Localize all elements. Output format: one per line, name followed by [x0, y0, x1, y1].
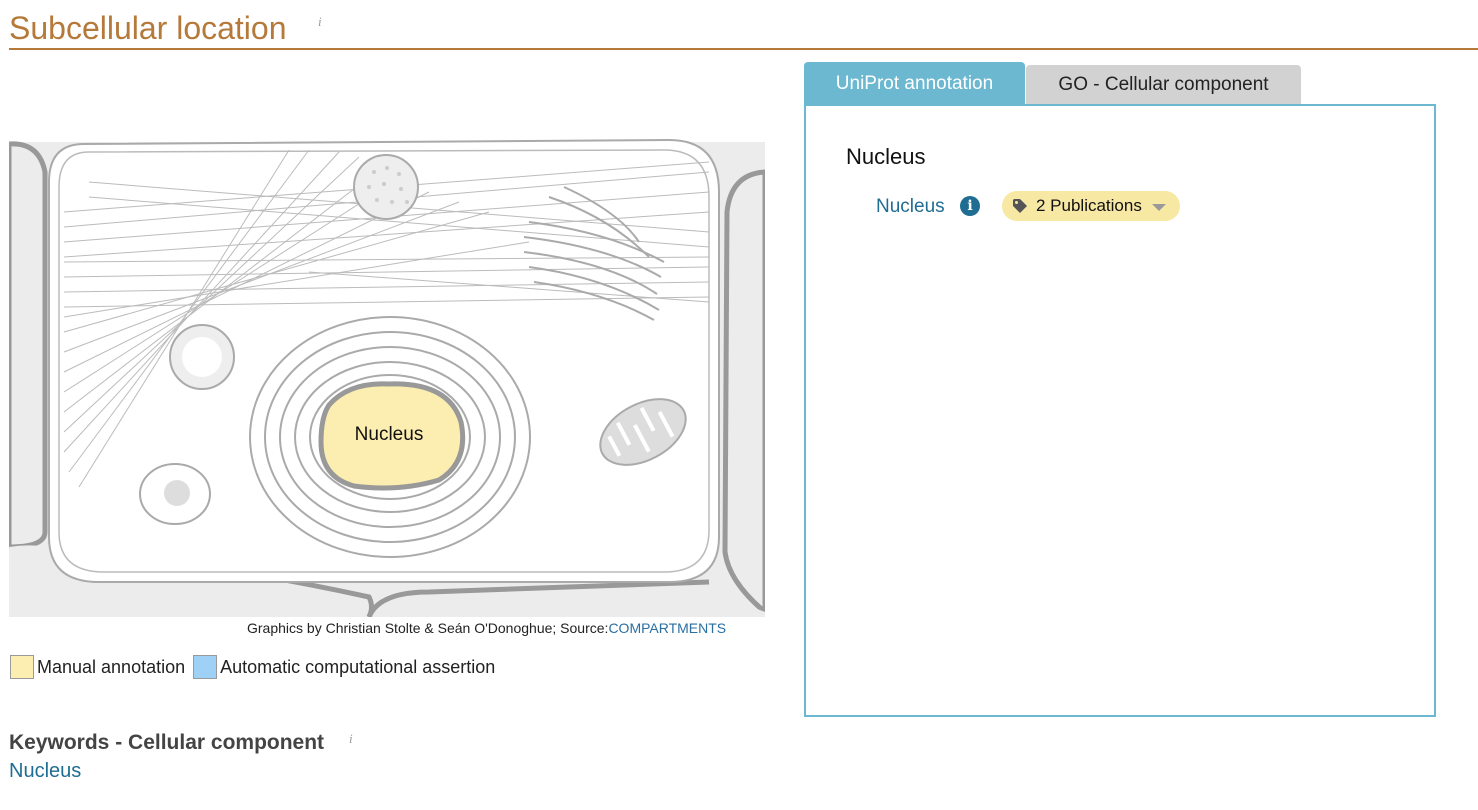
- keyword-nucleus-link[interactable]: Nucleus: [9, 760, 81, 783]
- nucleus-location-link[interactable]: Nucleus: [876, 196, 945, 218]
- left-neighbor-cell: [6, 141, 48, 550]
- section-title-text: Subcellular location: [9, 10, 287, 46]
- legend-label-manual: Manual annotation: [37, 656, 186, 677]
- panel-heading: Nucleus: [846, 144, 926, 169]
- tag-icon: [1013, 199, 1027, 213]
- uniprot-annotation-panel: Nucleus Nucleus i 2 Publications: [804, 104, 1436, 717]
- section-title: Subcellular location: [9, 8, 287, 48]
- legend-label-automatic: Automatic computational assertion: [220, 656, 496, 677]
- credit-text: Graphics by Christian Stolte & Seán O'Do…: [247, 620, 609, 636]
- cell-illustration: Nucleus: [6, 62, 768, 619]
- info-icon[interactable]: i: [960, 196, 980, 216]
- right-neighbor-cell: [722, 169, 768, 618]
- figure-credit: Graphics by Christian Stolte & Seán O'Do…: [247, 620, 726, 636]
- nucleus-label: Nucleus: [355, 424, 424, 445]
- keywords-heading-text: Keywords - Cellular component: [9, 731, 325, 754]
- section-info-icon[interactable]: i: [318, 14, 322, 30]
- manual-annotation-swatch: [10, 655, 34, 679]
- automatic-assertion-swatch: [193, 655, 218, 679]
- compartments-link[interactable]: COMPARTMENTS: [608, 620, 726, 636]
- publications-count: 2 Publications: [1036, 196, 1142, 215]
- tab-go-cellular-component[interactable]: GO - Cellular component: [1026, 65, 1301, 104]
- publications-badge[interactable]: 2 Publications: [1002, 191, 1180, 221]
- section-divider: [9, 48, 1478, 50]
- tab-uniprot-annotation[interactable]: UniProt annotation: [804, 62, 1025, 104]
- chevron-down-icon: [1151, 204, 1166, 211]
- annotation-legend: Manual annotation Automatic computationa…: [10, 655, 503, 679]
- keywords-heading: Keywords - Cellular component: [9, 731, 324, 755]
- keywords-info-icon[interactable]: i: [349, 731, 353, 747]
